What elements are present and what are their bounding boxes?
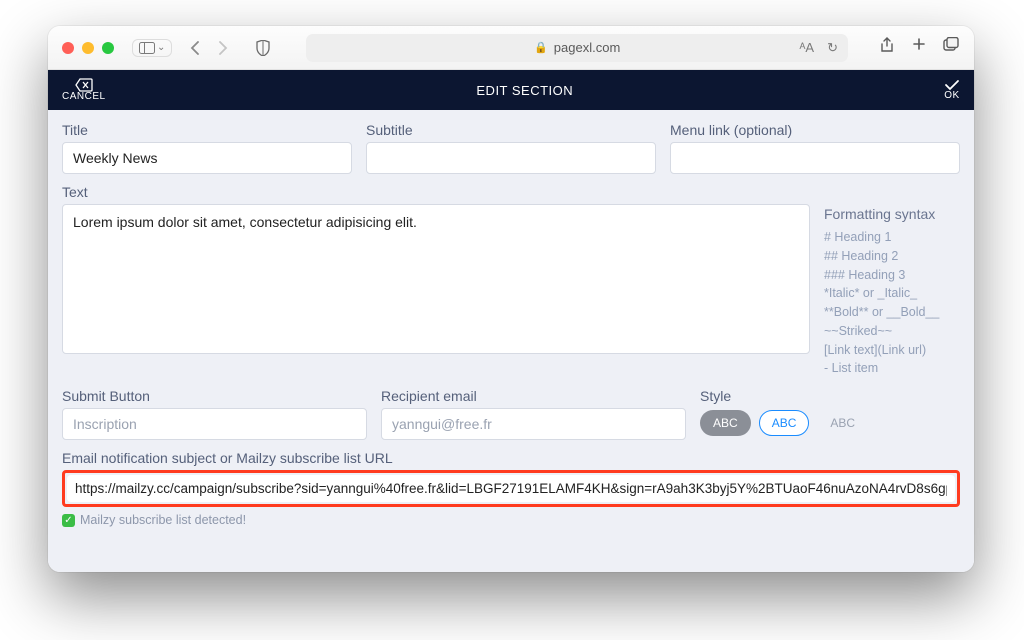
submit-button-label: Submit Button bbox=[62, 388, 367, 404]
reader-mode-icon[interactable]: ᴬA bbox=[799, 40, 814, 55]
syntax-line: ### Heading 3 bbox=[824, 266, 960, 285]
syntax-line: ~~Striked~~ bbox=[824, 322, 960, 341]
minimize-window-icon[interactable] bbox=[82, 42, 94, 54]
syntax-line: *Italic* or _Italic_ bbox=[824, 284, 960, 303]
cancel-button[interactable]: CANCEL bbox=[62, 78, 106, 102]
shield-privacy-icon[interactable] bbox=[250, 36, 276, 60]
text-label: Text bbox=[62, 184, 960, 200]
reload-icon[interactable]: ↻ bbox=[827, 40, 838, 56]
nav-buttons bbox=[182, 36, 236, 60]
browser-window: ⌄ 🔒 pagexl.com ᴬA ↻ bbox=[48, 26, 974, 572]
style-option-dark[interactable]: ABC bbox=[700, 410, 751, 436]
menulink-input[interactable] bbox=[670, 142, 960, 174]
syntax-line: - List item bbox=[824, 359, 960, 378]
check-icon: ✓ bbox=[62, 514, 75, 527]
syntax-line: [Link text](Link url) bbox=[824, 341, 960, 360]
mailzy-detected-message: ✓ Mailzy subscribe list detected! bbox=[62, 513, 960, 527]
new-tab-icon[interactable] bbox=[910, 37, 928, 58]
title-input[interactable] bbox=[62, 142, 352, 174]
menulink-label: Menu link (optional) bbox=[670, 122, 960, 138]
back-button[interactable] bbox=[182, 36, 208, 60]
ok-button[interactable]: OK bbox=[944, 79, 960, 101]
ok-label: OK bbox=[944, 90, 959, 101]
lock-icon: 🔒 bbox=[534, 41, 548, 54]
style-option-outline[interactable]: ABC bbox=[759, 410, 810, 436]
style-option-plain[interactable]: ABC bbox=[817, 410, 868, 436]
style-label: Style bbox=[700, 388, 960, 404]
maximize-window-icon[interactable] bbox=[102, 42, 114, 54]
sidebar-toggle-button[interactable]: ⌄ bbox=[132, 39, 172, 57]
syntax-line: ## Heading 2 bbox=[824, 247, 960, 266]
window-controls bbox=[62, 42, 114, 54]
recipient-email-label: Recipient email bbox=[381, 388, 686, 404]
syntax-line: # Heading 1 bbox=[824, 228, 960, 247]
mailzy-url-highlight bbox=[62, 470, 960, 507]
title-label: Title bbox=[62, 122, 352, 138]
mailzy-detected-text: Mailzy subscribe list detected! bbox=[80, 513, 246, 527]
tabs-overview-icon[interactable] bbox=[942, 37, 960, 58]
forward-button[interactable] bbox=[210, 36, 236, 60]
close-window-icon[interactable] bbox=[62, 42, 74, 54]
style-selector: ABC ABC ABC bbox=[700, 408, 960, 436]
mailzy-url-input[interactable] bbox=[67, 475, 955, 502]
titlebar-right-icons bbox=[878, 37, 960, 58]
address-bar[interactable]: 🔒 pagexl.com ᴬA ↻ bbox=[306, 34, 848, 62]
syntax-line: **Bold** or __Bold__ bbox=[824, 303, 960, 322]
edit-section-form: Title Subtitle Menu link (optional) Text… bbox=[48, 110, 974, 572]
mailzy-label: Email notification subject or Mailzy sub… bbox=[62, 450, 960, 466]
share-icon[interactable] bbox=[878, 37, 896, 58]
text-textarea[interactable] bbox=[62, 204, 810, 354]
syntax-title: Formatting syntax bbox=[824, 206, 960, 222]
recipient-email-input[interactable] bbox=[381, 408, 686, 440]
subtitle-input[interactable] bbox=[366, 142, 656, 174]
subtitle-label: Subtitle bbox=[366, 122, 656, 138]
submit-button-input[interactable] bbox=[62, 408, 367, 440]
chevron-down-icon: ⌄ bbox=[157, 42, 165, 53]
cancel-label: CANCEL bbox=[62, 91, 106, 102]
browser-titlebar: ⌄ 🔒 pagexl.com ᴬA ↻ bbox=[48, 26, 974, 70]
app-header: CANCEL EDIT SECTION OK bbox=[48, 70, 974, 110]
formatting-syntax-help: Formatting syntax # Heading 1 ## Heading… bbox=[824, 204, 960, 378]
header-title: EDIT SECTION bbox=[476, 83, 573, 98]
address-host: pagexl.com bbox=[554, 40, 620, 55]
